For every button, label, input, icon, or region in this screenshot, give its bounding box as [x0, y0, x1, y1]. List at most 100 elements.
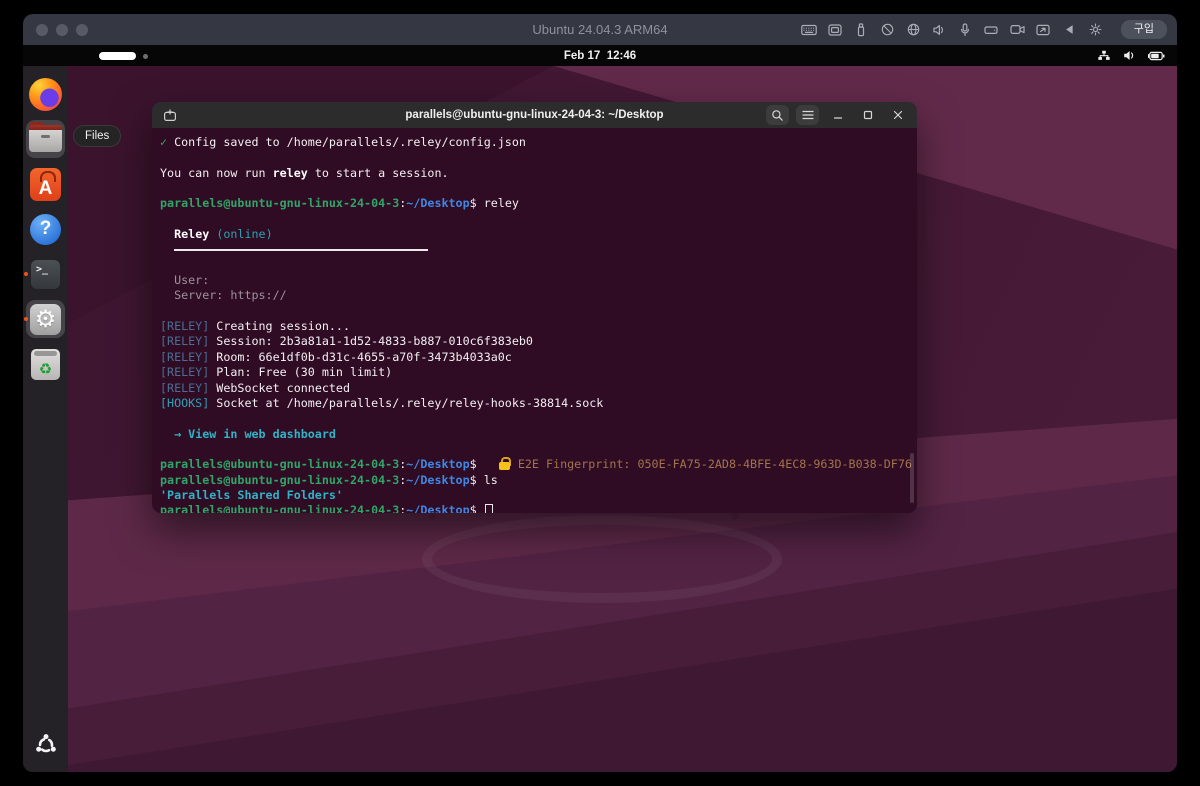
terminal-line: [RELEY] Session: 2b3a81a1-1d52-4833-b887…	[160, 334, 917, 349]
display-icon[interactable]	[827, 22, 844, 37]
terminal-line	[160, 442, 917, 457]
files-icon	[29, 126, 62, 152]
dock: A ? >_ ⚙ ♻	[23, 66, 68, 772]
terminal-text: Session: 2b3a81a1-1d52-4833-b887-010c6f3…	[209, 334, 533, 348]
terminal-text: E2E Fingerprint: 050E-FA75-2AD8-4BFE-4EC…	[518, 457, 912, 471]
terminal-icon: >_	[30, 259, 61, 290]
terminal-maximize-button[interactable]	[856, 105, 879, 125]
settings-icon[interactable]	[1087, 22, 1104, 37]
close-icon	[893, 110, 903, 120]
dock-item-help[interactable]: ?	[23, 210, 68, 248]
microphone-icon[interactable]	[957, 22, 974, 37]
network-disabled-icon[interactable]	[879, 22, 896, 37]
terminal-text: Room: 66e1df0b-d31c-4655-a70f-3473b4033a…	[209, 350, 512, 364]
mac-titlebar: Ubuntu 24.04.3 ARM64 구입	[23, 14, 1177, 45]
show-apps-button[interactable]	[23, 732, 68, 758]
terminal-text	[160, 227, 174, 241]
volume-icon[interactable]	[1123, 50, 1136, 61]
dock-tooltip: Files	[73, 125, 121, 147]
terminal-text: parallels@ubuntu-gnu-linux-24-04-3	[160, 503, 399, 513]
camera-icon[interactable]	[1009, 22, 1026, 37]
dock-item-files[interactable]	[23, 120, 68, 158]
terminal-text: [RELEY]	[160, 319, 209, 333]
new-tab-icon	[163, 109, 177, 122]
globe-icon[interactable]	[905, 22, 922, 37]
terminal-line	[160, 150, 917, 165]
dock-item-firefox[interactable]	[23, 75, 68, 113]
terminal-scrollbar[interactable]	[910, 453, 914, 503]
playback-icon[interactable]	[1061, 22, 1078, 37]
terminal-text: Plan: Free (30 min limit)	[209, 365, 392, 379]
terminal-line	[160, 304, 917, 319]
terminal-body[interactable]: ✓ Config saved to /home/parallels/.reley…	[152, 128, 917, 513]
terminal-line	[160, 212, 917, 227]
maximize-icon	[863, 110, 873, 120]
terminal-rule	[174, 249, 428, 251]
ubuntu-logo-icon	[33, 732, 59, 758]
app-center-icon: A	[30, 168, 61, 201]
terminal-line: 'Parallels Shared Folders'	[160, 488, 917, 503]
terminal-search-button[interactable]	[766, 105, 789, 125]
terminal-text: Reley	[174, 227, 209, 241]
buy-button[interactable]: 구입	[1121, 20, 1167, 39]
firefox-icon	[29, 78, 62, 111]
volume-icon[interactable]	[931, 22, 948, 37]
terminal-text: ~/Desktop	[406, 503, 469, 513]
dock-item-terminal[interactable]: >_	[23, 255, 68, 293]
terminal-line: Server: https://	[160, 288, 917, 303]
terminal-line: ✓ Config saved to /home/parallels/.reley…	[160, 135, 917, 150]
wallpaper-dot	[731, 513, 738, 520]
search-icon	[771, 109, 784, 122]
keyboard-icon[interactable]	[801, 22, 818, 37]
zoom-window-button[interactable]	[76, 24, 88, 36]
terminal-text: $	[470, 196, 484, 210]
terminal-titlebar[interactable]: parallels@ubuntu-gnu-linux-24-04-3: ~/De…	[152, 102, 917, 128]
terminal-line: parallels@ubuntu-gnu-linux-24-04-3:~/Des…	[160, 196, 917, 211]
close-window-button[interactable]	[36, 24, 48, 36]
terminal-text: Config saved to /home/parallels/.reley/c…	[167, 135, 526, 149]
terminal-line: parallels@ubuntu-gnu-linux-24-04-3:~/Des…	[160, 503, 917, 513]
terminal-text: reley	[484, 196, 519, 210]
terminal-text	[484, 457, 498, 471]
terminal-close-button[interactable]	[886, 105, 909, 125]
lock-icon	[498, 457, 511, 470]
parallels-vm-window: Ubuntu 24.04.3 ARM64 구입 Feb 17 12:46	[23, 14, 1177, 772]
shared-folder-icon[interactable]	[1035, 22, 1052, 37]
trash-icon: ♻	[31, 349, 60, 380]
network-icon[interactable]	[1097, 50, 1111, 61]
terminal-text: Creating session...	[209, 319, 350, 333]
terminal-text: (online)	[216, 227, 272, 241]
desktop[interactable]: A ? >_ ⚙ ♻	[23, 66, 1177, 772]
terminal-text: [RELEY]	[160, 350, 209, 364]
settings-gear-icon: ⚙	[30, 304, 61, 335]
dock-item-app-center[interactable]: A	[23, 165, 68, 203]
terminal-text: [RELEY]	[160, 381, 209, 395]
terminal-menu-button[interactable]	[796, 105, 819, 125]
terminal-text: parallels@ubuntu-gnu-linux-24-04-3	[160, 457, 399, 471]
dock-item-trash[interactable]: ♻	[23, 345, 68, 383]
terminal-text: to start a session.	[308, 166, 449, 180]
drive-icon[interactable]	[983, 22, 1000, 37]
terminal-line	[160, 258, 917, 273]
terminal-line	[160, 181, 917, 196]
battery-icon[interactable]	[1148, 51, 1165, 61]
terminal-line: [RELEY] Creating session...	[160, 319, 917, 334]
dock-item-settings[interactable]: ⚙	[23, 300, 68, 338]
system-status-area[interactable]	[1097, 45, 1165, 66]
terminal-line: parallels@ubuntu-gnu-linux-24-04-3:~/Des…	[160, 473, 917, 488]
minimize-window-button[interactable]	[56, 24, 68, 36]
new-tab-button[interactable]	[159, 105, 181, 125]
terminal-text: ~/Desktop	[406, 473, 469, 487]
clock[interactable]: Feb 17 12:46	[23, 45, 1177, 66]
usb-icon[interactable]	[853, 22, 870, 37]
terminal-minimize-button[interactable]	[826, 105, 849, 125]
terminal-line: Reley (online)	[160, 227, 917, 242]
traffic-lights	[36, 24, 88, 36]
terminal-text: → View in web dashboard	[174, 427, 336, 441]
terminal-line: parallels@ubuntu-gnu-linux-24-04-3:~/Des…	[160, 457, 917, 472]
terminal-text: You can now run	[160, 166, 273, 180]
terminal-line: [HOOKS] Socket at /home/parallels/.reley…	[160, 396, 917, 411]
help-icon: ?	[30, 214, 61, 245]
terminal-text: $	[470, 503, 484, 513]
terminal-text: Server: https://	[160, 288, 287, 302]
